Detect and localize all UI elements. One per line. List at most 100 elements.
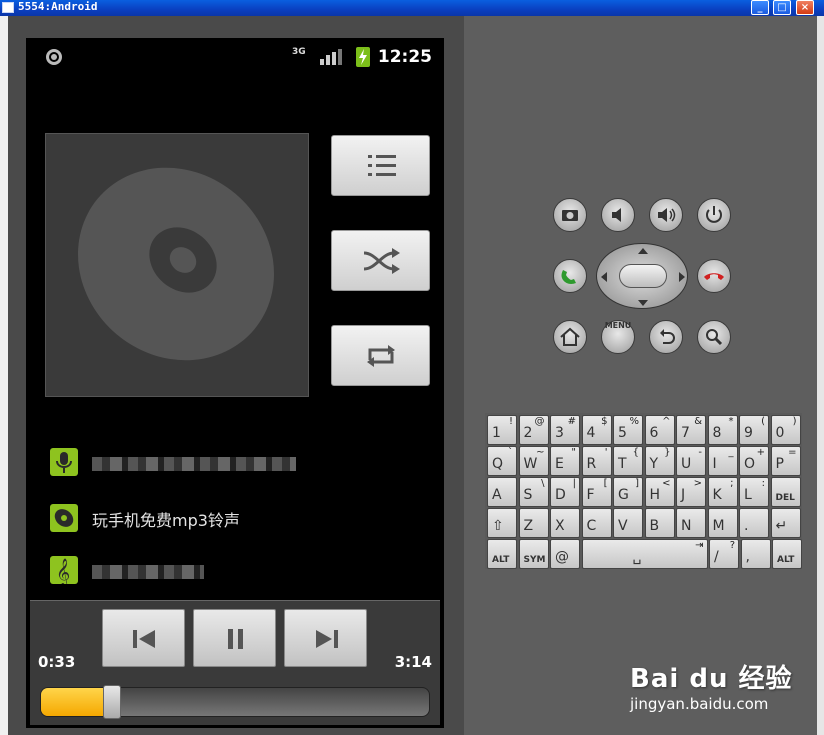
signal-strength-icon (320, 49, 342, 65)
key-row4-5[interactable]: B (644, 508, 675, 538)
home-icon (560, 327, 580, 346)
key-row2-0[interactable]: Q ` (487, 446, 517, 476)
key-row1-5[interactable]: 6 ^ (644, 415, 675, 445)
key-row5-sym[interactable]: SYM (518, 539, 549, 569)
key-row3-9[interactable]: DEL (770, 477, 801, 507)
menu-button[interactable]: MENU (601, 320, 635, 354)
window-title: 5554:Android (18, 0, 98, 13)
next-track-button[interactable] (284, 609, 367, 667)
dpad-center-button[interactable] (619, 264, 667, 288)
search-button[interactable] (697, 320, 731, 354)
repeat-button[interactable] (331, 325, 430, 386)
key-row4-0[interactable]: ⇧ (487, 508, 517, 538)
key-row5-slash[interactable]: /? (709, 539, 739, 569)
key-label: ALT (492, 555, 510, 565)
key-label: A (492, 487, 502, 503)
key-row2-3[interactable]: R ' (581, 446, 612, 476)
key-row3-5[interactable]: H < (644, 477, 675, 507)
close-button[interactable]: × (796, 0, 814, 15)
playlist-button[interactable] (331, 135, 430, 196)
key-row3-2[interactable]: D | (550, 477, 580, 507)
key-sub-label: % (629, 416, 639, 427)
elapsed-time: 0:33 (38, 653, 76, 671)
key-sub-label: ^ (662, 416, 671, 427)
key-row3-6[interactable]: J > (676, 477, 706, 507)
volume-up-button[interactable] (649, 198, 683, 232)
previous-icon (133, 630, 155, 648)
key-row2-2[interactable]: E " (550, 446, 580, 476)
key-row3-0[interactable]: A (487, 477, 517, 507)
list-item-artist[interactable] (50, 445, 430, 479)
key-sub-label: { (632, 447, 639, 458)
key-label: C (586, 518, 597, 534)
key-row3-7[interactable]: K; (707, 477, 738, 507)
key-row5-at[interactable]: @ (550, 539, 580, 569)
key-row3-8[interactable]: L: (739, 477, 769, 507)
key-row3-3[interactable]: F[ (581, 477, 612, 507)
key-sub-label: ; (730, 478, 734, 489)
key-row1-4[interactable]: 5% (613, 415, 643, 445)
key-row2-4[interactable]: T{ (613, 446, 643, 476)
back-button[interactable] (649, 320, 683, 354)
key-row5-alt_left[interactable]: ALT (487, 539, 517, 569)
key-row2-7[interactable]: I _ (707, 446, 738, 476)
status-bar: 3G 12:25 (26, 38, 444, 76)
key-row1-1[interactable]: 2 @ (518, 415, 549, 445)
key-row3-1[interactable]: S \ (518, 477, 549, 507)
playback-controls: 0:33 3:14 (30, 600, 440, 725)
key-label: ⇧ (492, 518, 504, 534)
key-sub-label: ) (792, 416, 797, 427)
key-label: ↵ (775, 518, 788, 534)
key-row2-8[interactable]: O + (739, 446, 769, 476)
key-row5-alt_right[interactable]: ALT (772, 539, 802, 569)
seek-bar[interactable] (40, 685, 430, 719)
key-row4-9[interactable]: ↵ (770, 508, 801, 538)
key-row4-7[interactable]: M (707, 508, 738, 538)
dpad[interactable] (596, 243, 688, 309)
playlist-icon (368, 155, 396, 176)
key-row1-9[interactable]: 0) (770, 415, 801, 445)
key-label: SYM (523, 555, 546, 565)
key-row1-6[interactable]: 7 & (676, 415, 706, 445)
key-row5-comma[interactable]: , (740, 539, 771, 569)
album-title: 玩手机免费mp3铃声 (92, 511, 240, 530)
call-button[interactable] (553, 259, 587, 293)
key-row1-0[interactable]: 1! (487, 415, 517, 445)
key-row1-7[interactable]: 8 * (707, 415, 738, 445)
key-row1-2[interactable]: 3 # (550, 415, 580, 445)
key-row4-6[interactable]: N (676, 508, 706, 538)
key-row4-4[interactable]: V (613, 508, 643, 538)
key-row2-6[interactable]: U- (676, 446, 706, 476)
key-row2-5[interactable]: Y} (644, 446, 675, 476)
pause-button[interactable] (193, 609, 276, 667)
list-item-album[interactable]: 玩手机免费mp3铃声 (50, 501, 430, 535)
home-button[interactable] (553, 320, 587, 354)
key-row2-9[interactable]: P = (770, 446, 801, 476)
key-row4-1[interactable]: Z (518, 508, 549, 538)
previous-track-button[interactable] (102, 609, 185, 667)
key-row4-3[interactable]: C (581, 508, 612, 538)
key-row3-4[interactable]: G] (613, 477, 643, 507)
key-label: 6 (649, 425, 659, 441)
key-row4-8[interactable]: . (739, 508, 769, 538)
list-item-track[interactable]: 𝄞 (50, 553, 430, 587)
volume-down-button[interactable] (601, 198, 635, 232)
key-row5-space[interactable]: ␣ ⇥ (581, 539, 708, 569)
end-call-button[interactable] (697, 259, 731, 293)
svg-text:𝄞: 𝄞 (56, 558, 70, 584)
camera-button[interactable] (553, 198, 587, 232)
power-button[interactable] (697, 198, 731, 232)
key-label: 8 (712, 425, 722, 441)
key-row2-1[interactable]: W ~ (518, 446, 549, 476)
shuffle-button[interactable] (331, 230, 430, 291)
key-label: 7 (681, 425, 690, 441)
key-row1-8[interactable]: 9( (739, 415, 769, 445)
key-row4-2[interactable]: X (550, 508, 580, 538)
key-label: H (649, 487, 661, 503)
minimize-button[interactable]: _ (751, 0, 769, 15)
key-label: B (649, 518, 660, 534)
maximize-button[interactable]: □ (773, 0, 791, 15)
key-row1-3[interactable]: 4 $ (581, 415, 612, 445)
seek-thumb[interactable] (103, 685, 121, 719)
key-label: Q (492, 456, 504, 472)
